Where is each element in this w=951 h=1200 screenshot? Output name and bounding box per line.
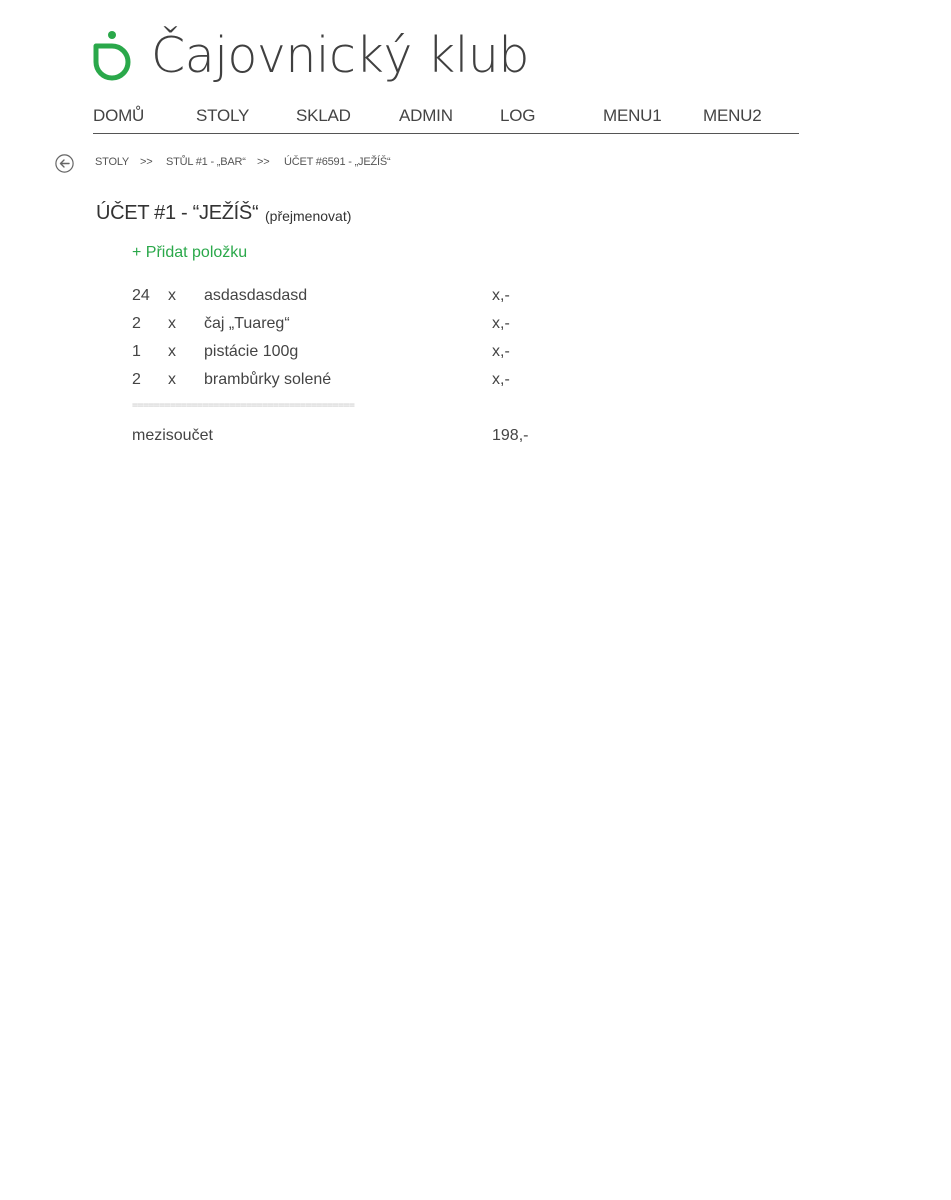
add-item-button[interactable]: + Přidat položku bbox=[132, 244, 247, 262]
item-quantity: 24 bbox=[132, 287, 150, 304]
nav-item-domu[interactable]: DOMŮ bbox=[93, 104, 144, 128]
tea-drop-logo-icon bbox=[92, 30, 134, 82]
nav-item-menu2[interactable]: MENU2 bbox=[703, 104, 762, 128]
list-item[interactable]: 1 x pistácie 100g x,- bbox=[132, 343, 532, 367]
nav-item-log[interactable]: LOG bbox=[500, 104, 536, 128]
item-price: x,- bbox=[492, 371, 510, 388]
back-arrow-icon[interactable] bbox=[55, 154, 74, 173]
rename-link[interactable]: (přejmenovat) bbox=[265, 208, 351, 224]
breadcrumb-item-account: ÚČET #6591 - „JEŽÍŠ“ bbox=[284, 156, 391, 168]
item-quantity: 1 bbox=[132, 343, 141, 360]
list-item[interactable]: 2 x čaj „Tuareg“ x,- bbox=[132, 315, 532, 339]
page-title: ÚČET #1 - “JEŽÍŠ“ bbox=[96, 202, 259, 224]
item-multiplier: x bbox=[168, 287, 176, 304]
item-name: čaj „Tuareg“ bbox=[204, 315, 290, 332]
item-price: x,- bbox=[492, 343, 510, 360]
breadcrumb-separator: >> bbox=[140, 156, 153, 168]
item-price: x,- bbox=[492, 287, 510, 304]
breadcrumb-item-stoly[interactable]: STOLY bbox=[95, 156, 129, 168]
nav-item-stoly[interactable]: STOLY bbox=[196, 104, 249, 128]
main-nav: DOMŮ STOLY SKLAD ADMIN LOG MENU1 MENU2 bbox=[93, 104, 799, 134]
item-multiplier: x bbox=[168, 343, 176, 360]
item-price: x,- bbox=[492, 315, 510, 332]
logo[interactable]: Čajovnický klub bbox=[92, 24, 530, 88]
item-name: asdasdasdasd bbox=[204, 287, 308, 304]
app-title: Čajovnický klub bbox=[151, 27, 530, 84]
item-name: pistácie 100g bbox=[204, 343, 299, 360]
item-quantity: 2 bbox=[132, 371, 141, 388]
item-multiplier: x bbox=[168, 315, 176, 332]
breadcrumb-separator: >> bbox=[257, 156, 270, 168]
item-multiplier: x bbox=[168, 371, 176, 388]
item-quantity: 2 bbox=[132, 315, 141, 332]
nav-item-sklad[interactable]: SKLAD bbox=[296, 104, 351, 128]
nav-item-menu1[interactable]: MENU1 bbox=[603, 104, 662, 128]
subtotal-label: mezisoučet bbox=[132, 427, 213, 444]
subtotal-value: 198,- bbox=[492, 427, 529, 444]
item-name: brambůrky solené bbox=[204, 371, 332, 388]
list-item[interactable]: 24 x asdasdasdasd x,- bbox=[132, 287, 532, 311]
breadcrumb-item-table[interactable]: STŮL #1 - „BAR“ bbox=[166, 156, 246, 168]
list-item[interactable]: 2 x brambůrky solené x,- bbox=[132, 371, 532, 395]
nav-item-admin[interactable]: ADMIN bbox=[399, 104, 453, 128]
total-separator: ========================================… bbox=[132, 400, 355, 411]
